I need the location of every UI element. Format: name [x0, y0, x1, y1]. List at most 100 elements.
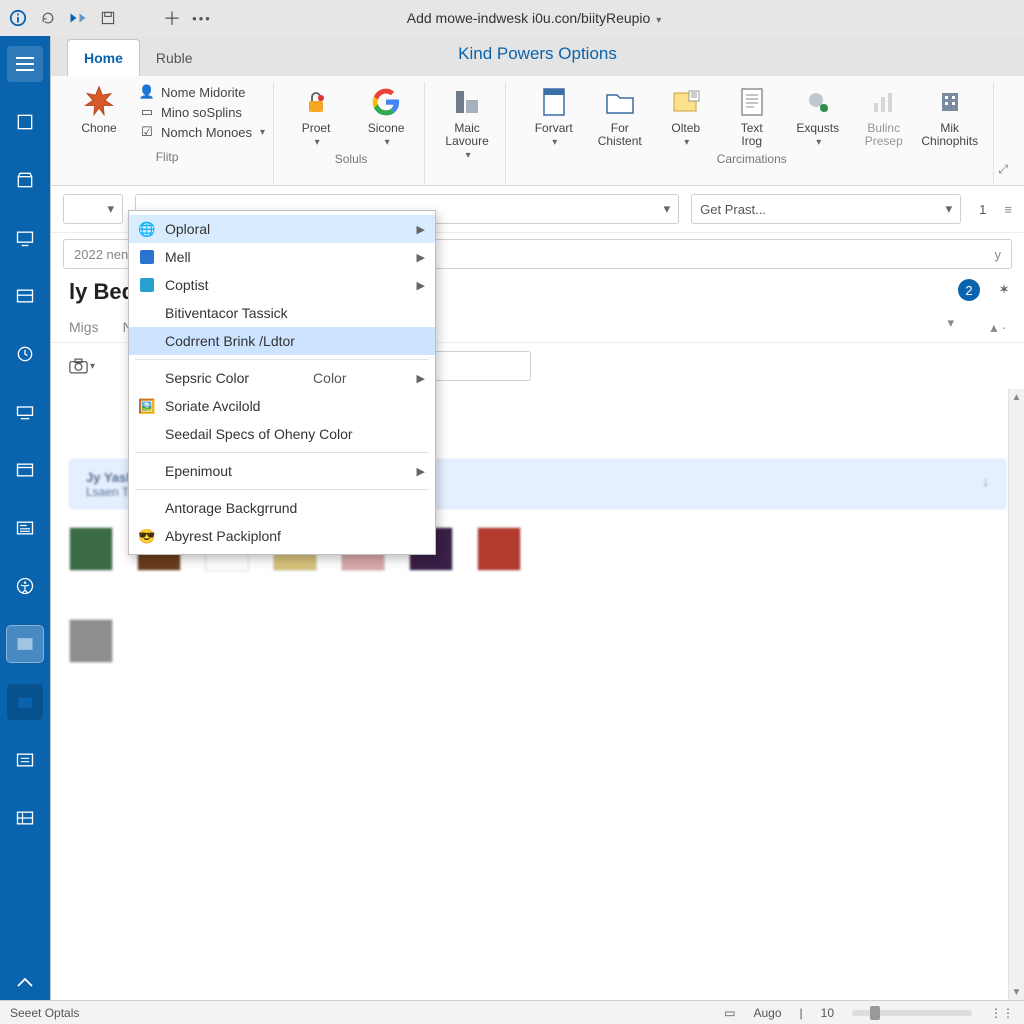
ctx-bitiventacor[interactable]: Bitiventacor Tassick	[129, 299, 435, 327]
rail-folder-icon[interactable]	[7, 684, 43, 720]
search-suffix: y	[995, 247, 1002, 262]
layout-icon	[449, 84, 485, 120]
chevron-right-icon: ▶	[417, 279, 425, 292]
swatch[interactable]	[69, 619, 113, 663]
filter-prast[interactable]: Get Prast...▾	[691, 194, 961, 224]
filter-tail-icon[interactable]: ≡	[1004, 202, 1012, 217]
chevron-right-icon: ▶	[417, 251, 425, 264]
refresh-icon[interactable]	[38, 8, 58, 28]
separator	[135, 452, 429, 453]
app-icon	[8, 8, 28, 28]
camera-icon[interactable]: ▾	[69, 353, 95, 379]
folder-icon	[602, 84, 638, 120]
rail-list-icon[interactable]	[7, 742, 43, 778]
status-corner-icon[interactable]: ⋮⋮	[990, 1006, 1014, 1020]
subnav-expand-icon[interactable]: ▴ ·	[990, 319, 1006, 336]
for-chistent-button[interactable]: For Chistent	[590, 82, 650, 148]
proet-button[interactable]: Proet▾	[286, 82, 346, 148]
ctx-antorage[interactable]: Antorage Backgrrund	[129, 494, 435, 522]
tabstrip: Home Ruble Kind Powers Options	[51, 36, 1024, 76]
lock-icon	[298, 84, 334, 120]
note-icon	[668, 84, 704, 120]
rail-home-icon[interactable]	[7, 104, 43, 140]
search-placeholder: 2022 nent	[74, 247, 132, 262]
exqusts-button[interactable]: Exqusts▾	[788, 82, 848, 148]
group-label: Flitp	[69, 146, 265, 170]
rail-card-icon[interactable]	[7, 278, 43, 314]
page-icon	[536, 84, 572, 120]
ctx-epenimout[interactable]: Epenimout▶	[129, 457, 435, 485]
rail-archive-icon[interactable]	[7, 162, 43, 198]
rail-window-icon[interactable]	[7, 452, 43, 488]
chevron-right-icon: ▶	[417, 465, 425, 478]
olteb-button[interactable]: Olteb▾	[656, 82, 716, 148]
rail-selected-icon[interactable]	[7, 626, 43, 662]
scroll-down-icon[interactable]: ▼	[1009, 984, 1024, 1000]
tab-home[interactable]: Home	[67, 39, 140, 76]
ctx-seedail[interactable]: Seedail Specs of Oheny Color	[129, 420, 435, 448]
play-icon[interactable]	[68, 8, 88, 28]
chevron-right-icon: ▶	[417, 223, 425, 236]
forvart-button[interactable]: Forvart▾	[524, 82, 584, 148]
group-label: Carcimations	[518, 148, 985, 172]
rail-collapse-icon[interactable]	[7, 964, 43, 1000]
address-bar[interactable]: Add mowe-indwesk i0u.con/biityReupio ▾	[222, 10, 846, 26]
swatch[interactable]	[69, 527, 113, 571]
download-icon[interactable]: ↓	[983, 474, 990, 489]
notification-badge[interactable]: 2	[958, 279, 980, 301]
picture-icon: 🖼️	[137, 396, 157, 416]
status-zoom: 10	[821, 1006, 834, 1020]
copy-icon	[137, 275, 157, 295]
mik-chinophits-button[interactable]: Mik Chinophits	[920, 82, 980, 148]
nomch-monoes-row[interactable]: ☑Nomch Monoes▾	[139, 124, 265, 140]
person-icon: 👤	[139, 84, 155, 100]
settings-icon[interactable]: ✶	[998, 281, 1010, 298]
ctx-soriate[interactable]: 🖼️Soriate Avcilold	[129, 392, 435, 420]
ctx-oploral[interactable]: 🌐Oploral▶	[129, 215, 435, 243]
ctx-abyrest[interactable]: 😎Abyrest Packiplonf	[129, 522, 435, 550]
filter-small[interactable]: ▾	[63, 194, 123, 224]
tab-ruble[interactable]: Ruble	[140, 40, 209, 76]
filter-tail: 1	[973, 202, 992, 217]
chevron-down-icon: ▾	[107, 201, 114, 217]
ribbon-collapse-icon[interactable]: ⤢	[998, 162, 1014, 185]
ctx-codrrent-brink[interactable]: Codrrent Brink /Ldtor	[129, 327, 435, 355]
rail-display-icon[interactable]	[7, 220, 43, 256]
titlebar: ＋ ••• Add mowe-indwesk i0u.con/biityReup…	[0, 0, 1024, 36]
text-icon	[734, 84, 770, 120]
zoom-slider[interactable]	[852, 1010, 972, 1016]
nome-midorite-row[interactable]: 👤Nome Midorite	[139, 84, 265, 100]
subnav-item[interactable]: Migs	[69, 319, 99, 336]
text-irog-button[interactable]: Text Irog	[722, 82, 782, 148]
overflow-icon[interactable]: •••	[192, 8, 212, 28]
ctx-coptist[interactable]: Coptist▶	[129, 271, 435, 299]
status-mid: Augo	[753, 1006, 781, 1020]
separator	[135, 359, 429, 360]
add-tab-icon[interactable]: ＋	[162, 8, 182, 28]
swatch[interactable]	[477, 527, 521, 571]
save-icon[interactable]	[98, 8, 118, 28]
rail-table-icon[interactable]	[7, 800, 43, 836]
rail-monitor-icon[interactable]	[7, 394, 43, 430]
rail-clock-icon[interactable]	[7, 336, 43, 372]
checkbox-icon: ☑	[139, 124, 155, 140]
ribbon-group-2: Proet▾ Sicone▾ Soluls	[278, 82, 425, 185]
maic-lavoure-button[interactable]: Maic Lavoure▾	[437, 82, 497, 161]
sicone-button[interactable]: Sicone▾	[356, 82, 416, 148]
scroll-up-icon[interactable]: ▲	[1009, 389, 1024, 405]
mino-splins-row[interactable]: ▭Mino soSplins	[139, 104, 265, 120]
rail-accessibility-icon[interactable]	[7, 568, 43, 604]
ctx-sepsric-color[interactable]: Sepsric ColorColor▶	[129, 364, 435, 392]
hamburger-button[interactable]	[7, 46, 43, 82]
globe-icon: 🌐	[137, 219, 157, 239]
rail-news-icon[interactable]	[7, 510, 43, 546]
chevron-down-icon[interactable]: ▾	[656, 15, 661, 26]
scrollbar[interactable]: ▲ ▼	[1008, 389, 1024, 1000]
ribbon: Chone 👤Nome Midorite ▭Mino soSplins ☑Nom…	[51, 76, 1024, 186]
ribbon-group-3: Maic Lavoure▾	[429, 82, 506, 185]
ctx-mell[interactable]: Mell▶	[129, 243, 435, 271]
chone-button[interactable]: Chone	[69, 82, 129, 135]
status-view-icon[interactable]: ▭	[724, 1006, 735, 1020]
status-left[interactable]: Seeet Optals	[10, 1006, 79, 1020]
bulinc-presep-button[interactable]: Bulinc Presep	[854, 82, 914, 148]
